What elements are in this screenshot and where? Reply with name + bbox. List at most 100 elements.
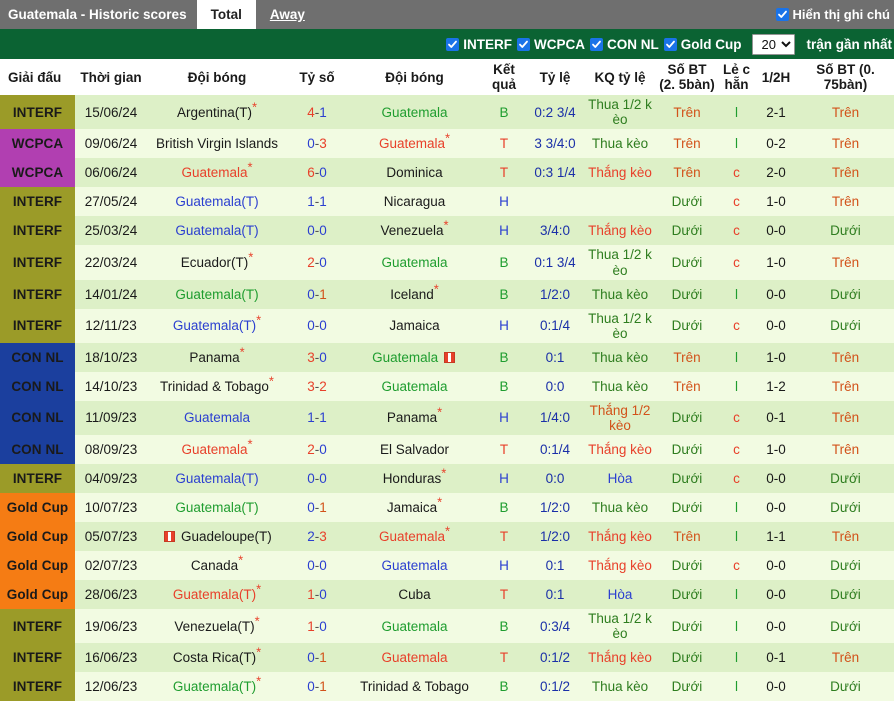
col-header-total-25[interactable]: Số BT (2. 5bàn) <box>656 59 718 96</box>
cell-score[interactable]: 2-0 <box>287 245 347 280</box>
cell-league[interactable]: INTERF <box>0 95 75 130</box>
cell-home-team[interactable]: Guatemala(T) <box>147 187 287 217</box>
cell-home-team[interactable]: Argentina(T)* <box>147 95 287 130</box>
col-header-odd-even[interactable]: Lẻ c hẵn <box>718 59 755 96</box>
col-header-odds[interactable]: Tỷ lệ <box>526 59 584 96</box>
cell-away-team[interactable]: Guatemala <box>347 245 482 280</box>
cell-score[interactable]: 1-1 <box>287 187 347 217</box>
filter-con-nl[interactable]: CON NL <box>589 37 659 52</box>
cell-away-team[interactable]: Jamaica* <box>347 493 482 523</box>
cell-away-team[interactable]: Guatemala <box>347 342 482 372</box>
filter-wcpca-checkbox[interactable] <box>516 37 530 51</box>
col-header-total-075[interactable]: Số BT (0. 75bàn) <box>797 59 894 96</box>
cell-home-team[interactable]: Guatemala <box>147 400 287 436</box>
cell-score[interactable]: 0-1 <box>287 643 347 673</box>
col-header-league[interactable]: Giải đấu <box>0 59 75 96</box>
cell-away-team[interactable]: Guatemala <box>347 643 482 673</box>
cell-league[interactable]: Gold Cup <box>0 551 75 581</box>
table-row[interactable]: INTERF 22/03/24 Ecuador(T)* 2-0 Guatemala B 0:… <box>0 245 894 280</box>
show-notes-control[interactable]: Hiển thị ghi chú <box>775 0 890 29</box>
filter-interf[interactable]: INTERF <box>446 37 512 52</box>
cell-away-team[interactable]: Nicaragua <box>347 187 482 217</box>
cell-score[interactable]: 1-0 <box>287 609 347 644</box>
cell-away-team[interactable]: Venezuela* <box>347 216 482 246</box>
cell-home-team[interactable]: Guatemala(T)* <box>147 672 287 701</box>
cell-home-team[interactable]: British Virgin Islands <box>147 129 287 159</box>
cell-score[interactable]: 0-1 <box>287 279 347 309</box>
cell-home-team[interactable]: Guadeloupe(T) <box>147 522 287 552</box>
cell-league[interactable]: CON NL <box>0 371 75 401</box>
table-row[interactable]: CON NL 14/10/23 Trinidad & Tobago* 3-2 Guate… <box>0 371 894 401</box>
filter-gold-cup-checkbox[interactable] <box>663 37 677 51</box>
cell-league[interactable]: INTERF <box>0 308 75 343</box>
cell-league[interactable]: Gold Cup <box>0 522 75 552</box>
filter-con-nl-checkbox[interactable] <box>589 37 603 51</box>
cell-score[interactable]: 2-3 <box>287 522 347 552</box>
filter-gold-cup[interactable]: Gold Cup <box>663 37 741 52</box>
cell-score[interactable]: 0-0 <box>287 464 347 494</box>
cell-home-team[interactable]: Guatemala(T) <box>147 493 287 523</box>
cell-score[interactable]: 0-0 <box>287 308 347 343</box>
cell-score[interactable]: 4-1 <box>287 95 347 130</box>
cell-away-team[interactable]: Dominica <box>347 158 482 188</box>
cell-score[interactable]: 0-0 <box>287 216 347 246</box>
cell-away-team[interactable]: Trinidad & Tobago <box>347 672 482 701</box>
table-row[interactable]: Gold Cup 05/07/23 Guadeloupe(T) 2-3 Guatema… <box>0 522 894 552</box>
cell-away-team[interactable]: Guatemala <box>347 95 482 130</box>
cell-home-team[interactable]: Trinidad & Tobago* <box>147 371 287 401</box>
table-row[interactable]: CON NL 11/09/23 Guatemala 1-1 Panama* H 1/4:0 T… <box>0 400 894 436</box>
cell-league[interactable]: INTERF <box>0 464 75 494</box>
table-row[interactable]: Gold Cup 10/07/23 Guatemala(T) 0-1 Jamaica* B… <box>0 493 894 523</box>
cell-home-team[interactable]: Guatemala* <box>147 158 287 188</box>
match-count-selector-wrap[interactable]: 10203050 <box>752 33 796 55</box>
cell-away-team[interactable]: Guatemala <box>347 551 482 581</box>
cell-away-team[interactable]: Guatemala* <box>347 522 482 552</box>
cell-home-team[interactable]: Guatemala(T) <box>147 216 287 246</box>
col-header-score[interactable]: Tỷ số <box>287 59 347 96</box>
table-row[interactable]: CON NL 18/10/23 Panama* 3-0 Guatemala B 0:1 Th… <box>0 342 894 372</box>
table-row[interactable]: INTERF 14/01/24 Guatemala(T) 0-1 Iceland* B 1/… <box>0 279 894 309</box>
cell-score[interactable]: 1-0 <box>287 580 347 610</box>
col-header-odds-result[interactable]: KQ tỷ lệ <box>584 59 656 96</box>
cell-league[interactable]: Gold Cup <box>0 493 75 523</box>
cell-league[interactable]: INTERF <box>0 245 75 280</box>
table-row[interactable]: INTERF 19/06/23 Venezuela(T)* 1-0 Guatemala B… <box>0 609 894 644</box>
cell-score[interactable]: 1-1 <box>287 400 347 436</box>
show-notes-checkbox[interactable] <box>775 8 789 21</box>
cell-score[interactable]: 0-3 <box>287 129 347 159</box>
table-row[interactable]: INTERF 12/06/23 Guatemala(T)* 0-1 Trinidad &… <box>0 672 894 701</box>
col-header-result[interactable]: Kết quả <box>482 59 526 96</box>
table-row[interactable]: INTERF 25/03/24 Guatemala(T) 0-0 Venezuela* H… <box>0 216 894 246</box>
cell-score[interactable]: 0-1 <box>287 672 347 701</box>
cell-home-team[interactable]: Ecuador(T)* <box>147 245 287 280</box>
cell-away-team[interactable]: Panama* <box>347 400 482 436</box>
col-header-time[interactable]: Thời gian <box>75 59 147 96</box>
table-row[interactable]: INTERF 12/11/23 Guatemala(T)* 0-0 Jamaica H 0:… <box>0 308 894 343</box>
cell-score[interactable]: 0-0 <box>287 551 347 581</box>
cell-away-team[interactable]: El Salvador <box>347 435 482 465</box>
col-header-half-time[interactable]: 1/2H <box>755 59 797 96</box>
cell-league[interactable]: CON NL <box>0 435 75 465</box>
cell-home-team[interactable]: Guatemala(T)* <box>147 308 287 343</box>
tab-away[interactable]: Away <box>256 0 319 29</box>
cell-score[interactable]: 6-0 <box>287 158 347 188</box>
cell-league[interactable]: INTERF <box>0 187 75 217</box>
table-row[interactable]: CON NL 08/09/23 Guatemala* 2-0 El Salvador T 0… <box>0 435 894 465</box>
cell-home-team[interactable]: Panama* <box>147 342 287 372</box>
cell-home-team[interactable]: Canada* <box>147 551 287 581</box>
cell-away-team[interactable]: Honduras* <box>347 464 482 494</box>
filter-interf-checkbox[interactable] <box>446 37 460 51</box>
table-row[interactable]: Gold Cup 02/07/23 Canada* 0-0 Guatemala H 0:1 T… <box>0 551 894 581</box>
table-row[interactable]: INTERF 27/05/24 Guatemala(T) 1-1 Nicaragua H D… <box>0 187 894 217</box>
cell-away-team[interactable]: Jamaica <box>347 308 482 343</box>
cell-league[interactable]: CON NL <box>0 400 75 436</box>
cell-score[interactable]: 2-0 <box>287 435 347 465</box>
cell-home-team[interactable]: Guatemala(T)* <box>147 580 287 610</box>
col-header-away-team[interactable]: Đội bóng <box>347 59 482 96</box>
cell-home-team[interactable]: Guatemala(T) <box>147 279 287 309</box>
cell-league[interactable]: INTERF <box>0 279 75 309</box>
cell-league[interactable]: CON NL <box>0 342 75 372</box>
cell-home-team[interactable]: Costa Rica(T)* <box>147 643 287 673</box>
cell-away-team[interactable]: Guatemala* <box>347 129 482 159</box>
col-header-home-team[interactable]: Đội bóng <box>147 59 287 96</box>
